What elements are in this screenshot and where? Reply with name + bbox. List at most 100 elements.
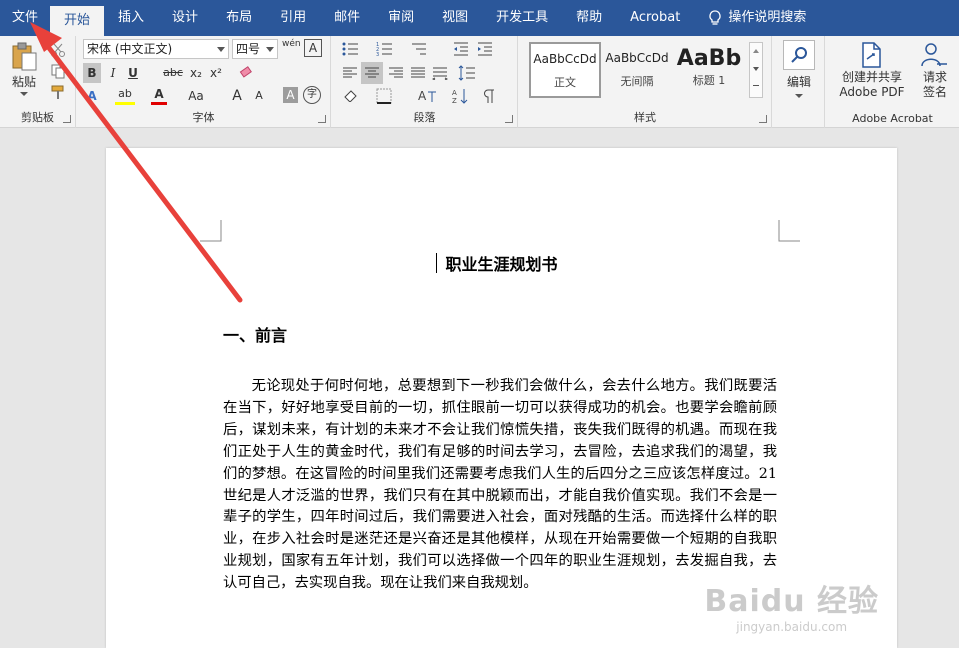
copy-icon[interactable]: [50, 63, 66, 79]
editing-label[interactable]: 编辑: [773, 72, 825, 92]
styles-launcher[interactable]: [759, 115, 767, 123]
shading-icon[interactable]: [342, 88, 360, 104]
show-marks-icon[interactable]: [482, 88, 496, 104]
document-page[interactable]: 职业生涯规划书 一、前言 无论现处于何时何地，总要想到下一秒我们会做什么，会去什…: [106, 148, 897, 648]
create-share-label: 创建并共享: [841, 70, 902, 84]
superscript-button[interactable]: x²: [207, 63, 225, 83]
tab-mailings[interactable]: 邮件: [320, 0, 374, 36]
font-size-select[interactable]: 四号: [232, 39, 278, 59]
clear-formatting-icon[interactable]: [238, 65, 254, 81]
font-family-value: 宋体 (中文正文): [87, 42, 173, 56]
italic-button[interactable]: I: [105, 63, 121, 83]
tab-references[interactable]: 引用: [266, 0, 320, 36]
style-heading-1-name: 标题 1: [692, 74, 726, 87]
increase-indent-icon[interactable]: [476, 41, 494, 57]
format-painter-icon[interactable]: [50, 84, 66, 100]
request-label: 请求: [922, 70, 947, 84]
watermark-url: jingyan.baidu.com: [736, 620, 848, 634]
bold-button[interactable]: B: [83, 63, 101, 83]
tab-acrobat[interactable]: Acrobat: [616, 0, 694, 36]
style-heading-1[interactable]: AaBb 标题 1: [673, 42, 745, 98]
group-paragraph: 123 A AZ 段落: [332, 36, 518, 128]
chevron-down-icon: [217, 47, 225, 52]
svg-text:Z: Z: [452, 97, 457, 104]
tab-layout[interactable]: 布局: [212, 0, 266, 36]
justify-icon[interactable]: [410, 66, 426, 80]
style-no-spacing-sample: AaBbCcDd: [605, 51, 669, 65]
distributed-icon[interactable]: [432, 66, 448, 80]
paragraph-group-label: 段落: [413, 111, 436, 124]
character-border-button[interactable]: A: [304, 39, 322, 57]
document-title[interactable]: 职业生涯规划书: [106, 251, 897, 275]
change-case-button[interactable]: Aa: [185, 86, 207, 106]
svg-text:A: A: [418, 89, 427, 103]
acrobat-group-label: Adobe Acrobat: [852, 112, 933, 125]
watermark: Baidu 经验 jingyan.baidu.com: [704, 576, 879, 634]
paragraph-launcher[interactable]: [505, 115, 513, 123]
svg-text:A: A: [452, 89, 457, 97]
style-no-spacing[interactable]: AaBbCcDd 无间隔: [601, 42, 673, 98]
numbering-icon[interactable]: 123: [376, 41, 398, 57]
subscript-button[interactable]: x₂: [187, 63, 205, 83]
tab-view[interactable]: 视图: [428, 0, 482, 36]
asian-layout-icon[interactable]: A: [418, 88, 438, 104]
style-normal[interactable]: AaBbCcDd 正文: [529, 42, 601, 98]
paste-icon: [12, 42, 37, 71]
margin-corner-top-left: [200, 220, 222, 242]
chevron-down-icon[interactable]: [795, 94, 803, 98]
tell-me-search[interactable]: 操作说明搜索: [694, 0, 820, 36]
tab-developer[interactable]: 开发工具: [482, 0, 562, 36]
tab-review[interactable]: 审阅: [374, 0, 428, 36]
create-share-pdf-button[interactable]: 创建并共享 Adobe PDF: [830, 40, 914, 110]
grow-font-button[interactable]: A: [229, 86, 245, 106]
underline-button[interactable]: U: [125, 63, 141, 83]
font-launcher[interactable]: [318, 115, 326, 123]
tab-home[interactable]: 开始: [50, 6, 105, 36]
shrink-font-button[interactable]: A: [251, 86, 267, 106]
bullets-icon[interactable]: [342, 41, 364, 57]
align-center-icon: [365, 67, 379, 78]
chevron-down-icon: [266, 47, 274, 52]
tab-help[interactable]: 帮助: [562, 0, 616, 36]
decrease-indent-icon[interactable]: [452, 41, 470, 57]
multilevel-list-icon[interactable]: [410, 41, 432, 57]
watermark-logo-text: Baidu 经验: [704, 584, 879, 619]
line-spacing-icon[interactable]: [458, 65, 476, 81]
highlight-button[interactable]: ab: [115, 86, 135, 105]
ribbon-home: 粘贴 剪贴板 宋体 (中文正文) 四号 wén A B I U abc x₂ x…: [0, 36, 959, 128]
body-paragraph[interactable]: 无论现处于何时何地，总要想到下一秒我们会做什么，会去什么地方。我们既要活在当下，…: [223, 376, 777, 595]
tab-file[interactable]: 文件: [0, 0, 50, 36]
align-left-icon[interactable]: [342, 66, 358, 80]
style-no-spacing-name: 无间隔: [620, 75, 654, 88]
adobe-pdf-label: Adobe PDF: [839, 85, 905, 99]
more-styles-icon[interactable]: [753, 85, 759, 86]
text-effects-button[interactable]: A: [83, 86, 101, 106]
tab-insert[interactable]: 插入: [104, 0, 158, 36]
chevron-up-icon[interactable]: [753, 49, 759, 53]
style-normal-sample: AaBbCcDd: [533, 52, 597, 66]
section-heading[interactable]: 一、前言: [223, 322, 287, 346]
align-center-button[interactable]: [361, 62, 383, 84]
request-signature-button[interactable]: 请求 签名: [914, 40, 956, 110]
font-color-button[interactable]: A: [151, 86, 167, 105]
phonetic-guide-button[interactable]: wén: [282, 38, 301, 50]
font-family-select[interactable]: 宋体 (中文正文): [83, 39, 229, 59]
lightbulb-icon: [709, 10, 721, 25]
sort-icon[interactable]: AZ: [452, 88, 470, 104]
borders-icon[interactable]: [376, 88, 392, 104]
style-heading-1-sample: AaBb: [676, 46, 742, 71]
styles-scroll[interactable]: [749, 42, 763, 98]
margin-corner-top-right: [778, 220, 800, 242]
chevron-down-icon[interactable]: [753, 67, 759, 71]
clipboard-launcher[interactable]: [63, 115, 71, 123]
enclose-characters-button[interactable]: 字: [303, 86, 321, 104]
character-shading-button[interactable]: A: [283, 87, 298, 103]
cut-icon[interactable]: [50, 42, 66, 58]
tab-design[interactable]: 设计: [158, 0, 212, 36]
sign-icon: [921, 43, 947, 67]
paste-button[interactable]: 粘贴: [8, 42, 40, 98]
align-right-icon[interactable]: [388, 66, 404, 80]
strikethrough-button[interactable]: abc: [161, 63, 185, 83]
find-button[interactable]: [783, 40, 815, 70]
paste-dropdown-icon[interactable]: [20, 92, 28, 96]
